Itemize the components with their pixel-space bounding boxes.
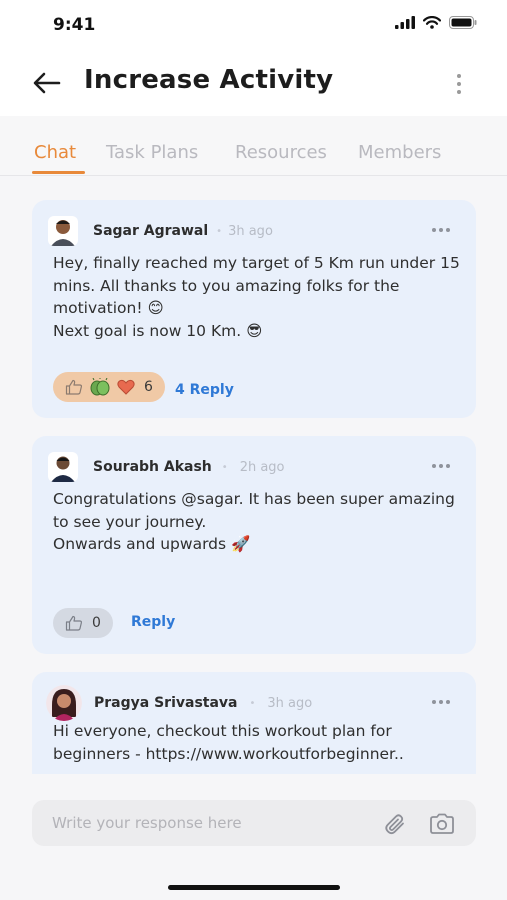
separator-dot: • <box>221 461 228 473</box>
message-card: Pragya Srivastava • 3h ago Hi everyone, … <box>32 672 476 774</box>
more-vertical-icon <box>457 74 461 78</box>
message-time: 2h ago <box>239 459 285 475</box>
home-indicator <box>168 885 340 890</box>
attach-button[interactable] <box>382 811 408 837</box>
camera-button[interactable] <box>428 811 456 837</box>
message-composer <box>32 800 476 846</box>
author-name[interactable]: Sagar Agrawal <box>93 223 208 239</box>
app-header: Increase Activity <box>0 52 507 116</box>
status-bar: 9:41 <box>0 0 507 52</box>
avatar[interactable] <box>46 685 82 721</box>
message-card: Sourabh Akash • 2h ago Congratulations @… <box>32 436 476 654</box>
separator-dot: • <box>216 225 223 237</box>
tab-chat[interactable]: Chat <box>34 142 76 163</box>
reply-link[interactable]: Reply <box>131 614 175 630</box>
more-horizontal-icon <box>432 464 436 468</box>
reactions-pill[interactable]: 0 <box>53 608 113 638</box>
camera-icon <box>430 813 454 834</box>
author-name[interactable]: Pragya Srivastava <box>94 695 238 711</box>
tab-bar: Chat Task Plans Resources Members <box>0 116 507 176</box>
thumbs-up-icon[interactable] <box>65 615 83 631</box>
tab-resources[interactable]: Resources <box>235 142 327 163</box>
separator-dot: • <box>249 697 256 709</box>
active-tab-indicator <box>32 171 85 174</box>
avatar[interactable] <box>48 452 78 482</box>
more-horizontal-icon <box>432 700 436 704</box>
message-header: Sagar Agrawal • 3h ago <box>48 216 273 246</box>
message-card: Sagar Agrawal • 3h ago Hey, finally reac… <box>32 200 476 418</box>
chat-feed[interactable]: Sagar Agrawal • 3h ago Hey, finally reac… <box>0 176 507 774</box>
cellular-signal-icon <box>395 16 415 29</box>
message-more-button[interactable] <box>432 464 450 468</box>
author-name[interactable]: Sourabh Akash <box>93 459 212 475</box>
status-icons <box>395 16 477 29</box>
message-time: 3h ago <box>267 695 313 711</box>
more-horizontal-icon <box>432 228 436 232</box>
thumbs-up-icon[interactable] <box>65 379 83 395</box>
page-title: Increase Activity <box>84 65 334 95</box>
avatar-sourabh-icon <box>48 452 78 482</box>
message-header: Sourabh Akash • 2h ago <box>48 452 285 482</box>
avatar[interactable] <box>48 216 78 246</box>
tab-members[interactable]: Members <box>358 142 441 163</box>
message-text: Congratulations @sagar. It has been supe… <box>53 490 455 553</box>
message-header: Pragya Srivastava • 3h ago <box>46 685 313 721</box>
reply-link[interactable]: 4 Reply <box>175 382 234 398</box>
back-button[interactable] <box>30 68 64 98</box>
reaction-count: 6 <box>144 379 153 395</box>
wifi-icon <box>423 16 441 29</box>
heart-icon[interactable] <box>117 379 135 395</box>
response-input[interactable] <box>52 800 352 846</box>
reactions-pill[interactable]: 6 <box>53 372 165 402</box>
status-time: 9:41 <box>53 15 96 35</box>
message-more-button[interactable] <box>432 228 450 232</box>
message-more-button[interactable] <box>432 700 450 704</box>
reaction-count: 0 <box>92 615 101 631</box>
message-text: Hi everyone, checkout this workout plan … <box>53 722 404 763</box>
arrow-left-icon <box>33 72 61 94</box>
clapping-hands-icon[interactable] <box>89 378 111 396</box>
tab-task-plans[interactable]: Task Plans <box>106 142 198 163</box>
more-options-button[interactable] <box>447 70 471 98</box>
message-text: Hey, finally reached my target of 5 Km r… <box>53 254 460 340</box>
avatar-pragya-icon <box>46 685 82 721</box>
avatar-sagar-icon <box>48 216 78 246</box>
message-time: 3h ago <box>228 223 273 239</box>
battery-icon <box>449 16 477 29</box>
paperclip-icon <box>385 814 404 835</box>
